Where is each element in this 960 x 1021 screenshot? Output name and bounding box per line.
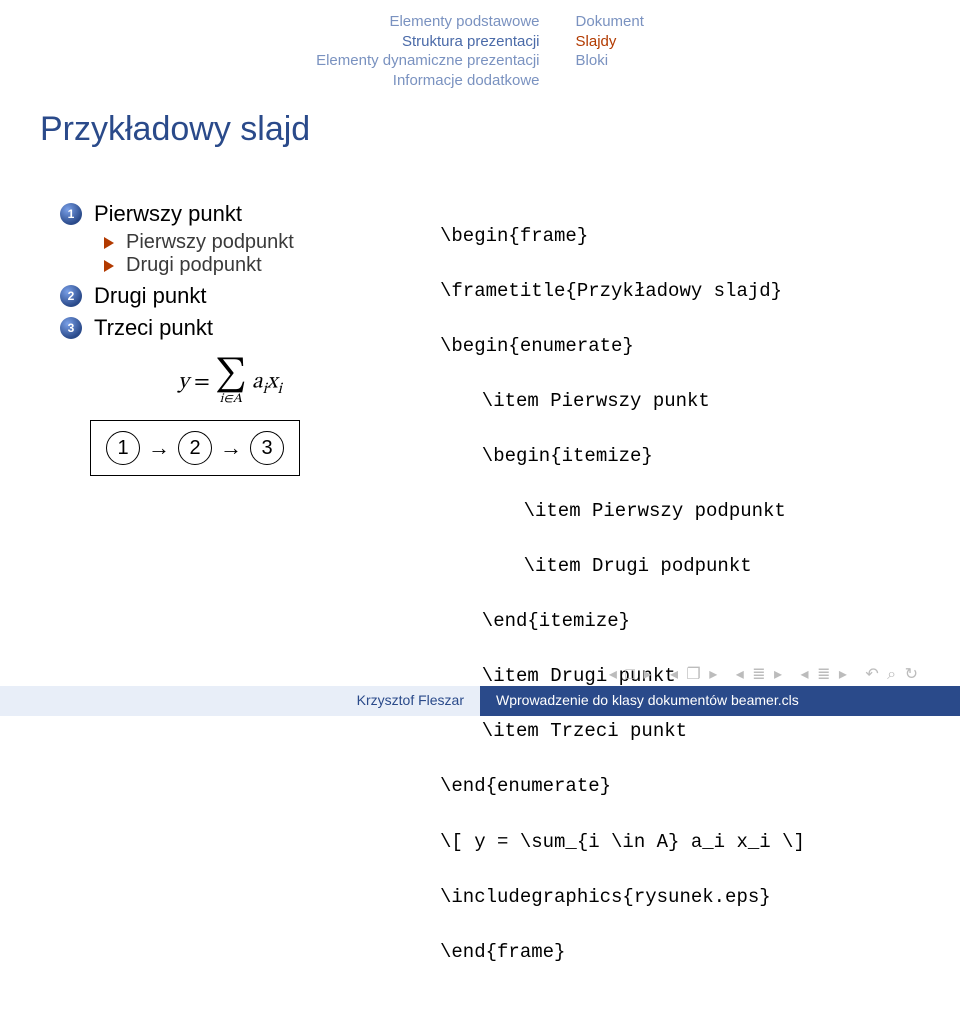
footer-title: Wprowadzenie do klasy dokumentów beamer.… (480, 686, 960, 716)
subsection-item[interactable]: Slajdy (576, 32, 644, 52)
code-line: \begin{itemize} (440, 443, 920, 471)
nav-back-icon[interactable]: ↶ (865, 666, 880, 683)
enum-label: Trzeci punkt (94, 315, 213, 340)
code-line: \includegraphics{rysunek.eps} (440, 884, 920, 912)
section-item[interactable]: Elementy podstawowe (316, 12, 539, 32)
itemize-item: Drugi podpunkt (104, 254, 400, 277)
code-line: \item Pierwszy podpunkt (440, 498, 920, 526)
triangle-icon (104, 237, 114, 249)
nav-slide-icon[interactable]: ◂ ≣ ▸ (801, 666, 849, 683)
enum-label: Drugi punkt (94, 283, 207, 308)
nav-search-icon[interactable]: ⌕ (887, 666, 898, 683)
code-listing: \begin{frame} \frametitle{Przykładowy sl… (440, 195, 920, 1021)
header-nav: Elementy podstawowe Struktura prezentacj… (0, 0, 960, 98)
diagram-node: 3 (250, 431, 284, 465)
enum-bullet: 2 (60, 285, 82, 307)
code-line: \end{enumerate} (440, 773, 920, 801)
diagram-node: 2 (178, 431, 212, 465)
footer: ◂ □ ▸ ◂ ❐ ▸ ◂ ≣ ▸ ◂ ≣ ▸ ↶ ⌕ ↻ Krzysztof … (0, 664, 960, 720)
itemize-list: Pierwszy podpunkt Drugi podpunkt (104, 231, 400, 277)
diagram-figure: 1 → 2 → 3 (90, 420, 300, 476)
subsection-item[interactable]: Bloki (576, 51, 644, 71)
section-item[interactable]: Informacje dodatkowe (316, 71, 539, 91)
section-item[interactable]: Struktura prezentacji (316, 32, 539, 52)
footer-author: Krzysztof Fleszar (0, 686, 480, 716)
section-item[interactable]: Elementy dynamiczne prezentacji (316, 51, 539, 71)
enum-bullet: 3 (60, 317, 82, 339)
code-line: \item Trzeci punkt (440, 718, 920, 746)
sigma-symbol: ∑ (215, 359, 247, 393)
nav-symbols[interactable]: ◂ □ ▸ ◂ ❐ ▸ ◂ ≣ ▸ ◂ ≣ ▸ ↶ ⌕ ↻ (0, 664, 960, 686)
content-area: 1 Pierwszy punkt Pierwszy podpunkt Drugi… (0, 155, 960, 1021)
nav-section-icon[interactable]: ◂ ≣ ▸ (736, 666, 784, 683)
triangle-icon (104, 260, 114, 272)
header-subsections: Dokument Slajdy Bloki (558, 12, 662, 90)
arrow-icon: → (220, 435, 242, 461)
enum-item: 3 Trzeci punkt (60, 315, 400, 341)
diagram-node: 1 (106, 431, 140, 465)
frame-title: Przykładowy slajd (0, 98, 960, 155)
subsection-item[interactable]: Dokument (576, 12, 644, 32)
code-line: \end{itemize} (440, 608, 920, 636)
nav-frame-icon[interactable]: ◂ □ ▸ (609, 666, 654, 683)
footline: Krzysztof Fleszar Wprowadzenie do klasy … (0, 686, 960, 716)
code-line: \end{frame} (440, 939, 920, 967)
example-rendered: 1 Pierwszy punkt Pierwszy podpunkt Drugi… (60, 195, 400, 1021)
arrow-icon: → (148, 435, 170, 461)
nav-undo-icon[interactable]: ↻ (905, 666, 920, 683)
code-line: \frametitle{Przykładowy slajd} (440, 278, 920, 306)
code-line: \begin{enumerate} (440, 333, 920, 361)
code-line: \item Drugi podpunkt (440, 553, 920, 581)
enumerate-list: 1 Pierwszy punkt Pierwszy podpunkt Drugi… (60, 201, 400, 341)
enum-item: 2 Drugi punkt (60, 283, 400, 309)
code-line: \item Pierwszy punkt (440, 388, 920, 416)
equation: y = ∑ i∈A aixi (60, 359, 400, 406)
header-sections: Elementy podstawowe Struktura prezentacj… (298, 12, 557, 90)
code-line: \begin{frame} (440, 223, 920, 251)
enum-label: Pierwszy punkt (94, 201, 242, 226)
enum-bullet: 1 (60, 203, 82, 225)
code-line: \[ y = \sum_{i \in A} a_i x_i \] (440, 829, 920, 857)
itemize-item: Pierwszy podpunkt (104, 231, 400, 254)
nav-subsection-icon[interactable]: ◂ ❐ ▸ (670, 666, 719, 683)
enum-item: 1 Pierwszy punkt Pierwszy podpunkt Drugi… (60, 201, 400, 277)
